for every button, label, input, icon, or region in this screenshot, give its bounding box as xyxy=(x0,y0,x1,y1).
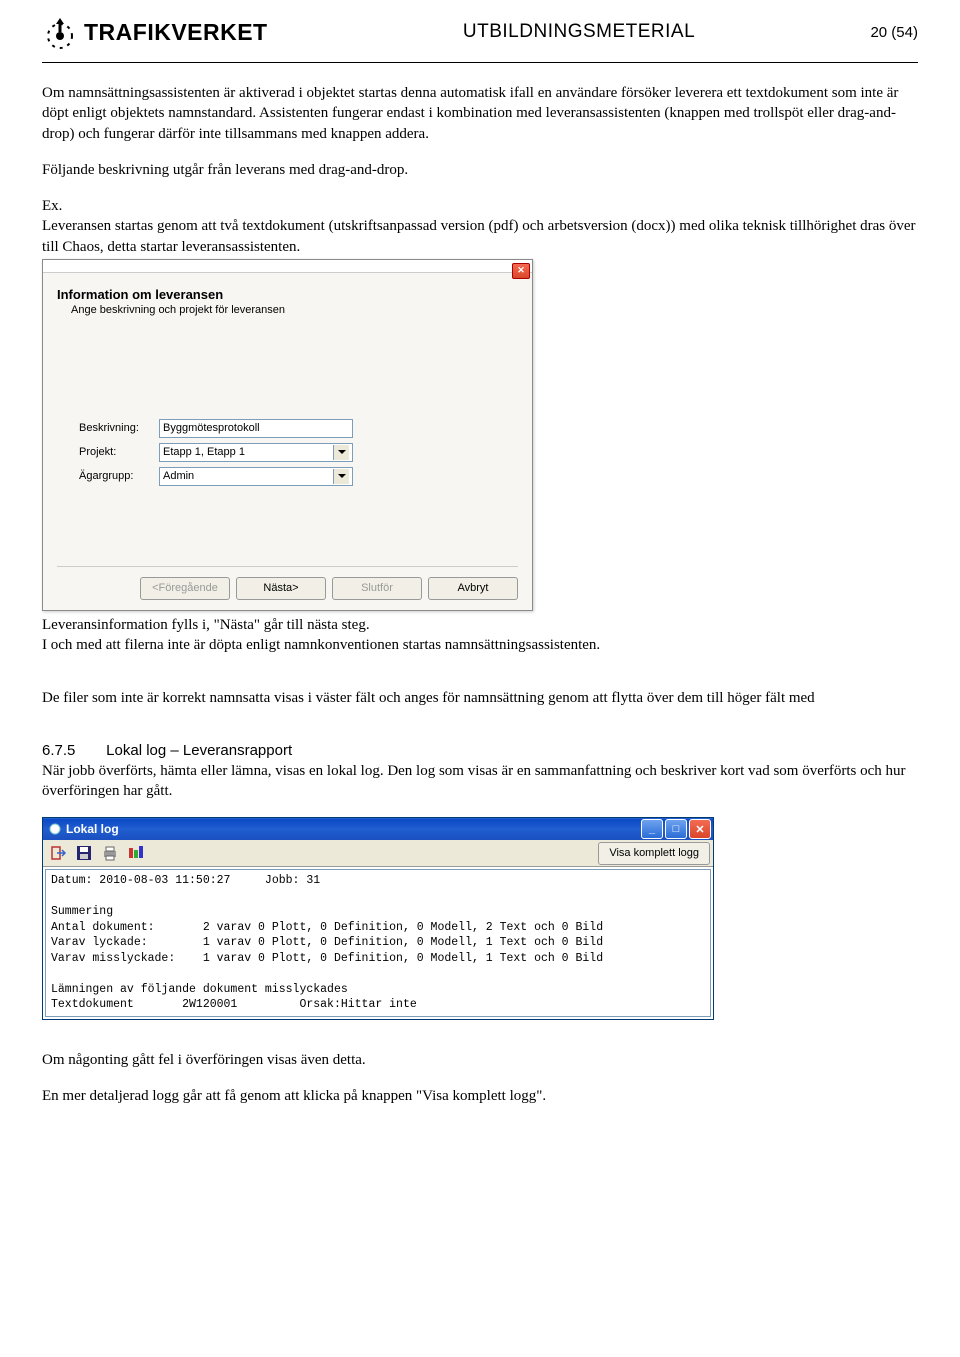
cancel-button[interactable]: Avbryt xyxy=(428,577,518,600)
dialog-button-row: <Föregående Nästa> Slutför Avbryt xyxy=(57,566,518,600)
field-row-beskrivning: Beskrivning: xyxy=(57,419,518,438)
chevron-down-icon xyxy=(333,469,349,484)
field-row-agargrupp: Ägargrupp: Admin xyxy=(57,467,518,486)
delivery-info-dialog: ✕ Information om leveransen Ange beskriv… xyxy=(42,259,533,611)
maximize-icon[interactable]: □ xyxy=(665,819,687,839)
paragraph-7: När jobb överförts, hämta eller lämna, v… xyxy=(42,761,918,802)
paragraph-9: En mer detaljerad logg går att få genom … xyxy=(42,1086,918,1106)
log-line-3: Antal dokument: 2 varav 0 Plott, 0 Defin… xyxy=(51,921,603,934)
minimize-icon[interactable]: _ xyxy=(641,819,663,839)
brand-logo-icon xyxy=(42,14,78,50)
paragraph-3: Leveransen startas genom att två textdok… xyxy=(42,216,918,257)
field-row-projekt: Projekt: Etapp 1, Etapp 1 xyxy=(57,443,518,462)
log-line-7: Textdokument 2W120001 Orsak:Hittar inte xyxy=(51,998,417,1011)
log-line-6: Lämningen av följande dokument misslycka… xyxy=(51,983,348,996)
paragraph-6: De filer som inte är korrekt namnsatta v… xyxy=(42,688,918,708)
finish-button[interactable]: Slutför xyxy=(332,577,422,600)
app-icon xyxy=(48,822,62,836)
section-title-text: Lokal log – Leveransrapport xyxy=(106,742,292,759)
log-line-1: Datum: 2010-08-03 11:50:27 Jobb: 31 xyxy=(51,874,320,887)
brand-name: TRAFIKVERKET xyxy=(84,19,268,46)
paragraph-4: Leveransinformation fylls i, "Nästa" går… xyxy=(42,615,918,635)
log-title: Lokal log xyxy=(66,822,119,836)
chevron-down-icon xyxy=(333,445,349,460)
agargrupp-select[interactable]: Admin xyxy=(159,467,353,486)
save-icon[interactable] xyxy=(72,841,96,865)
projekt-select[interactable]: Etapp 1, Etapp 1 xyxy=(159,443,353,462)
paragraph-1: Om namnsättningsassistenten är aktiverad… xyxy=(42,83,918,144)
dialog-subheading: Ange beskrivning och projekt för leveran… xyxy=(71,304,518,316)
projekt-label: Projekt: xyxy=(57,446,159,458)
log-toolbar: Visa komplett logg xyxy=(43,840,713,867)
projekt-value: Etapp 1, Etapp 1 xyxy=(163,446,245,458)
show-full-log-button[interactable]: Visa komplett logg xyxy=(598,842,710,865)
tool-icon[interactable] xyxy=(124,841,148,865)
window-buttons: _ □ ✕ xyxy=(641,819,711,839)
page-number: 20 (54) xyxy=(870,24,918,41)
log-body[interactable]: Datum: 2010-08-03 11:50:27 Jobb: 31 Summ… xyxy=(45,869,711,1017)
dialog-titlebar: ✕ xyxy=(43,260,532,273)
log-line-4: Varav lyckade: 1 varav 0 Plott, 0 Defini… xyxy=(51,936,603,949)
local-log-window: Lokal log _ □ ✕ Visa komplett logg Datum… xyxy=(42,817,714,1020)
paragraph-5: I och med att filerna inte är döpta enli… xyxy=(42,635,918,655)
beskrivning-input[interactable] xyxy=(159,419,353,438)
log-line-5: Varav misslyckade: 1 varav 0 Plott, 0 De… xyxy=(51,952,603,965)
agargrupp-value: Admin xyxy=(163,470,194,482)
next-button[interactable]: Nästa> xyxy=(236,577,326,600)
brand: TRAFIKVERKET xyxy=(42,14,268,50)
section-number: 6.7.5 xyxy=(42,742,102,759)
exit-icon[interactable] xyxy=(46,841,70,865)
paragraph-8: Om någonting gått fel i överföringen vis… xyxy=(42,1050,918,1070)
example-label: Ex. xyxy=(42,196,918,216)
section-heading: 6.7.5 Lokal log – Leveransrapport xyxy=(42,742,918,759)
close-icon[interactable]: ✕ xyxy=(689,819,711,839)
log-line-2: Summering xyxy=(51,905,113,918)
print-icon[interactable] xyxy=(98,841,122,865)
agargrupp-label: Ägargrupp: xyxy=(57,470,159,482)
beskrivning-label: Beskrivning: xyxy=(57,422,159,434)
paragraph-2: Följande beskrivning utgår från leverans… xyxy=(42,160,918,180)
header-title: UTBILDNINGSMETERIAL xyxy=(463,21,695,43)
log-titlebar: Lokal log _ □ ✕ xyxy=(43,818,713,840)
previous-button[interactable]: <Föregående xyxy=(140,577,230,600)
dialog-heading: Information om leveransen xyxy=(57,287,518,302)
page-header: TRAFIKVERKET UTBILDNINGSMETERIAL 20 (54) xyxy=(42,14,918,63)
close-icon[interactable]: ✕ xyxy=(512,263,530,279)
